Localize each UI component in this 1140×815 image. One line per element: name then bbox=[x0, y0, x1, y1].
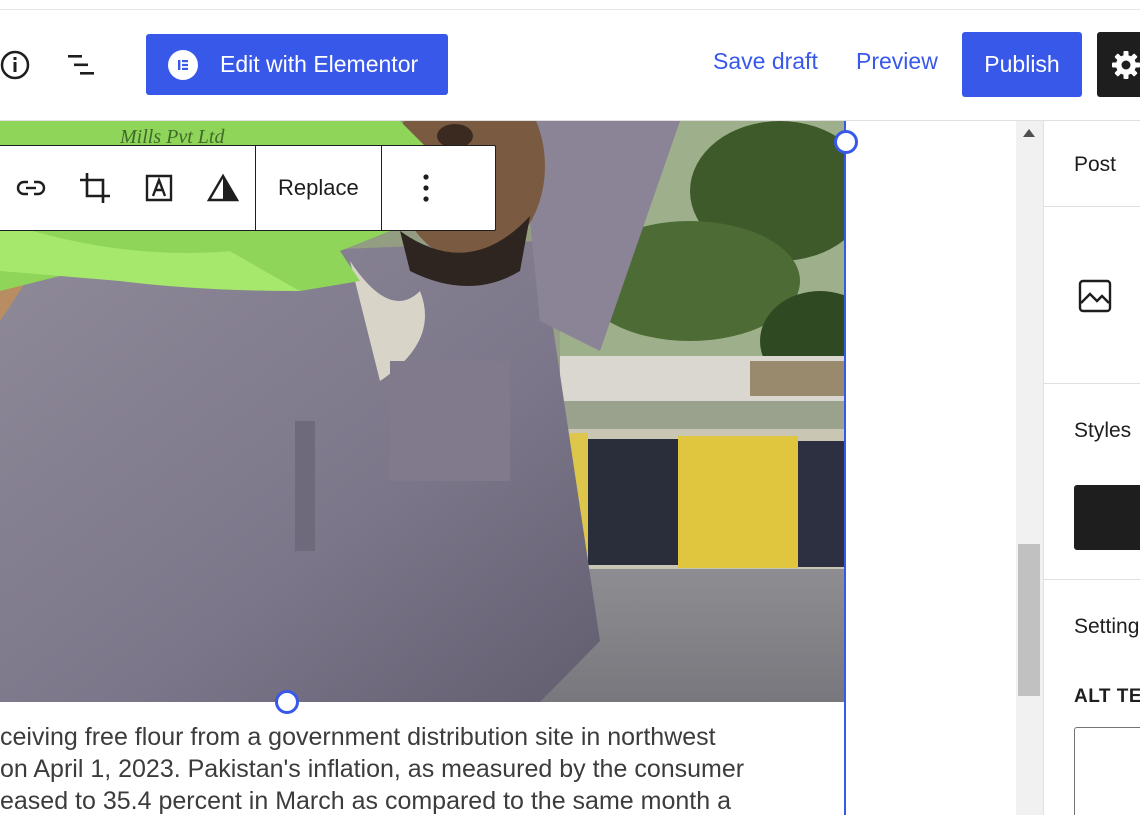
more-vertical-icon bbox=[423, 174, 429, 202]
header-top-strip bbox=[0, 0, 1140, 10]
settings-sidebar: Post Styles Settings ALT TEXT bbox=[1043, 121, 1140, 815]
caption-line: on April 1, 2023. Pakistan's inflation, … bbox=[0, 755, 745, 783]
settings-button[interactable] bbox=[1097, 32, 1140, 97]
divider bbox=[1044, 579, 1140, 580]
toolbar-icon-group bbox=[0, 146, 255, 230]
image-caption[interactable]: ceiving free flour from a government dis… bbox=[0, 721, 846, 815]
publish-button[interactable]: Publish bbox=[962, 32, 1082, 97]
edit-with-elementor-button[interactable]: Edit with Elementor bbox=[146, 34, 448, 95]
styles-heading: Styles bbox=[1074, 419, 1132, 442]
resize-handle-bottom[interactable] bbox=[275, 690, 299, 714]
image-icon bbox=[1078, 279, 1112, 318]
save-draft-button[interactable]: Save draft bbox=[713, 48, 818, 75]
text-overlay-button[interactable] bbox=[127, 146, 191, 230]
scroll-up-arrow[interactable] bbox=[1023, 129, 1035, 137]
text-overlay-icon bbox=[145, 174, 173, 202]
link-icon bbox=[16, 180, 46, 196]
replace-label: Replace bbox=[278, 175, 359, 200]
editor-header: Edit with Elementor Save draft Preview P… bbox=[0, 0, 1140, 121]
replace-button[interactable]: Replace bbox=[256, 146, 381, 230]
preview-button[interactable]: Preview bbox=[856, 48, 938, 75]
info-icon bbox=[0, 50, 30, 80]
scrollbar-thumb[interactable] bbox=[1018, 544, 1040, 696]
tab-post[interactable]: Post bbox=[1074, 153, 1116, 177]
caption-line: eased to 35.4 percent in March as compar… bbox=[0, 787, 731, 815]
elementor-icon bbox=[168, 49, 198, 80]
duotone-icon bbox=[207, 173, 239, 202]
crop-icon bbox=[80, 173, 110, 203]
duotone-button[interactable] bbox=[191, 146, 255, 230]
more-options-button[interactable] bbox=[382, 146, 470, 230]
gear-icon bbox=[1112, 50, 1140, 79]
divider bbox=[1044, 206, 1140, 207]
crop-button[interactable] bbox=[63, 146, 127, 230]
alt-text-input[interactable] bbox=[1074, 727, 1140, 815]
canvas-scrollbar[interactable] bbox=[1016, 121, 1043, 815]
info-button[interactable] bbox=[0, 48, 34, 82]
alt-text-label: ALT TEXT bbox=[1074, 686, 1140, 707]
document-outline-button[interactable] bbox=[62, 46, 102, 84]
link-button[interactable] bbox=[0, 146, 63, 230]
document-outline-icon bbox=[68, 55, 94, 75]
caption-line: ceiving free flour from a government dis… bbox=[0, 723, 716, 751]
settings-heading[interactable]: Settings bbox=[1074, 615, 1140, 639]
image-block-toolbar: Replace bbox=[0, 145, 496, 231]
editor-canvas: Mills Pvt Ltd Replace ceiving free flour… bbox=[0, 121, 1016, 815]
edit-with-elementor-label: Edit with Elementor bbox=[220, 51, 419, 77]
style-option[interactable] bbox=[1074, 485, 1140, 550]
resize-handle-top-right[interactable] bbox=[834, 130, 858, 154]
publish-label: Publish bbox=[984, 51, 1060, 77]
divider bbox=[1044, 383, 1140, 384]
